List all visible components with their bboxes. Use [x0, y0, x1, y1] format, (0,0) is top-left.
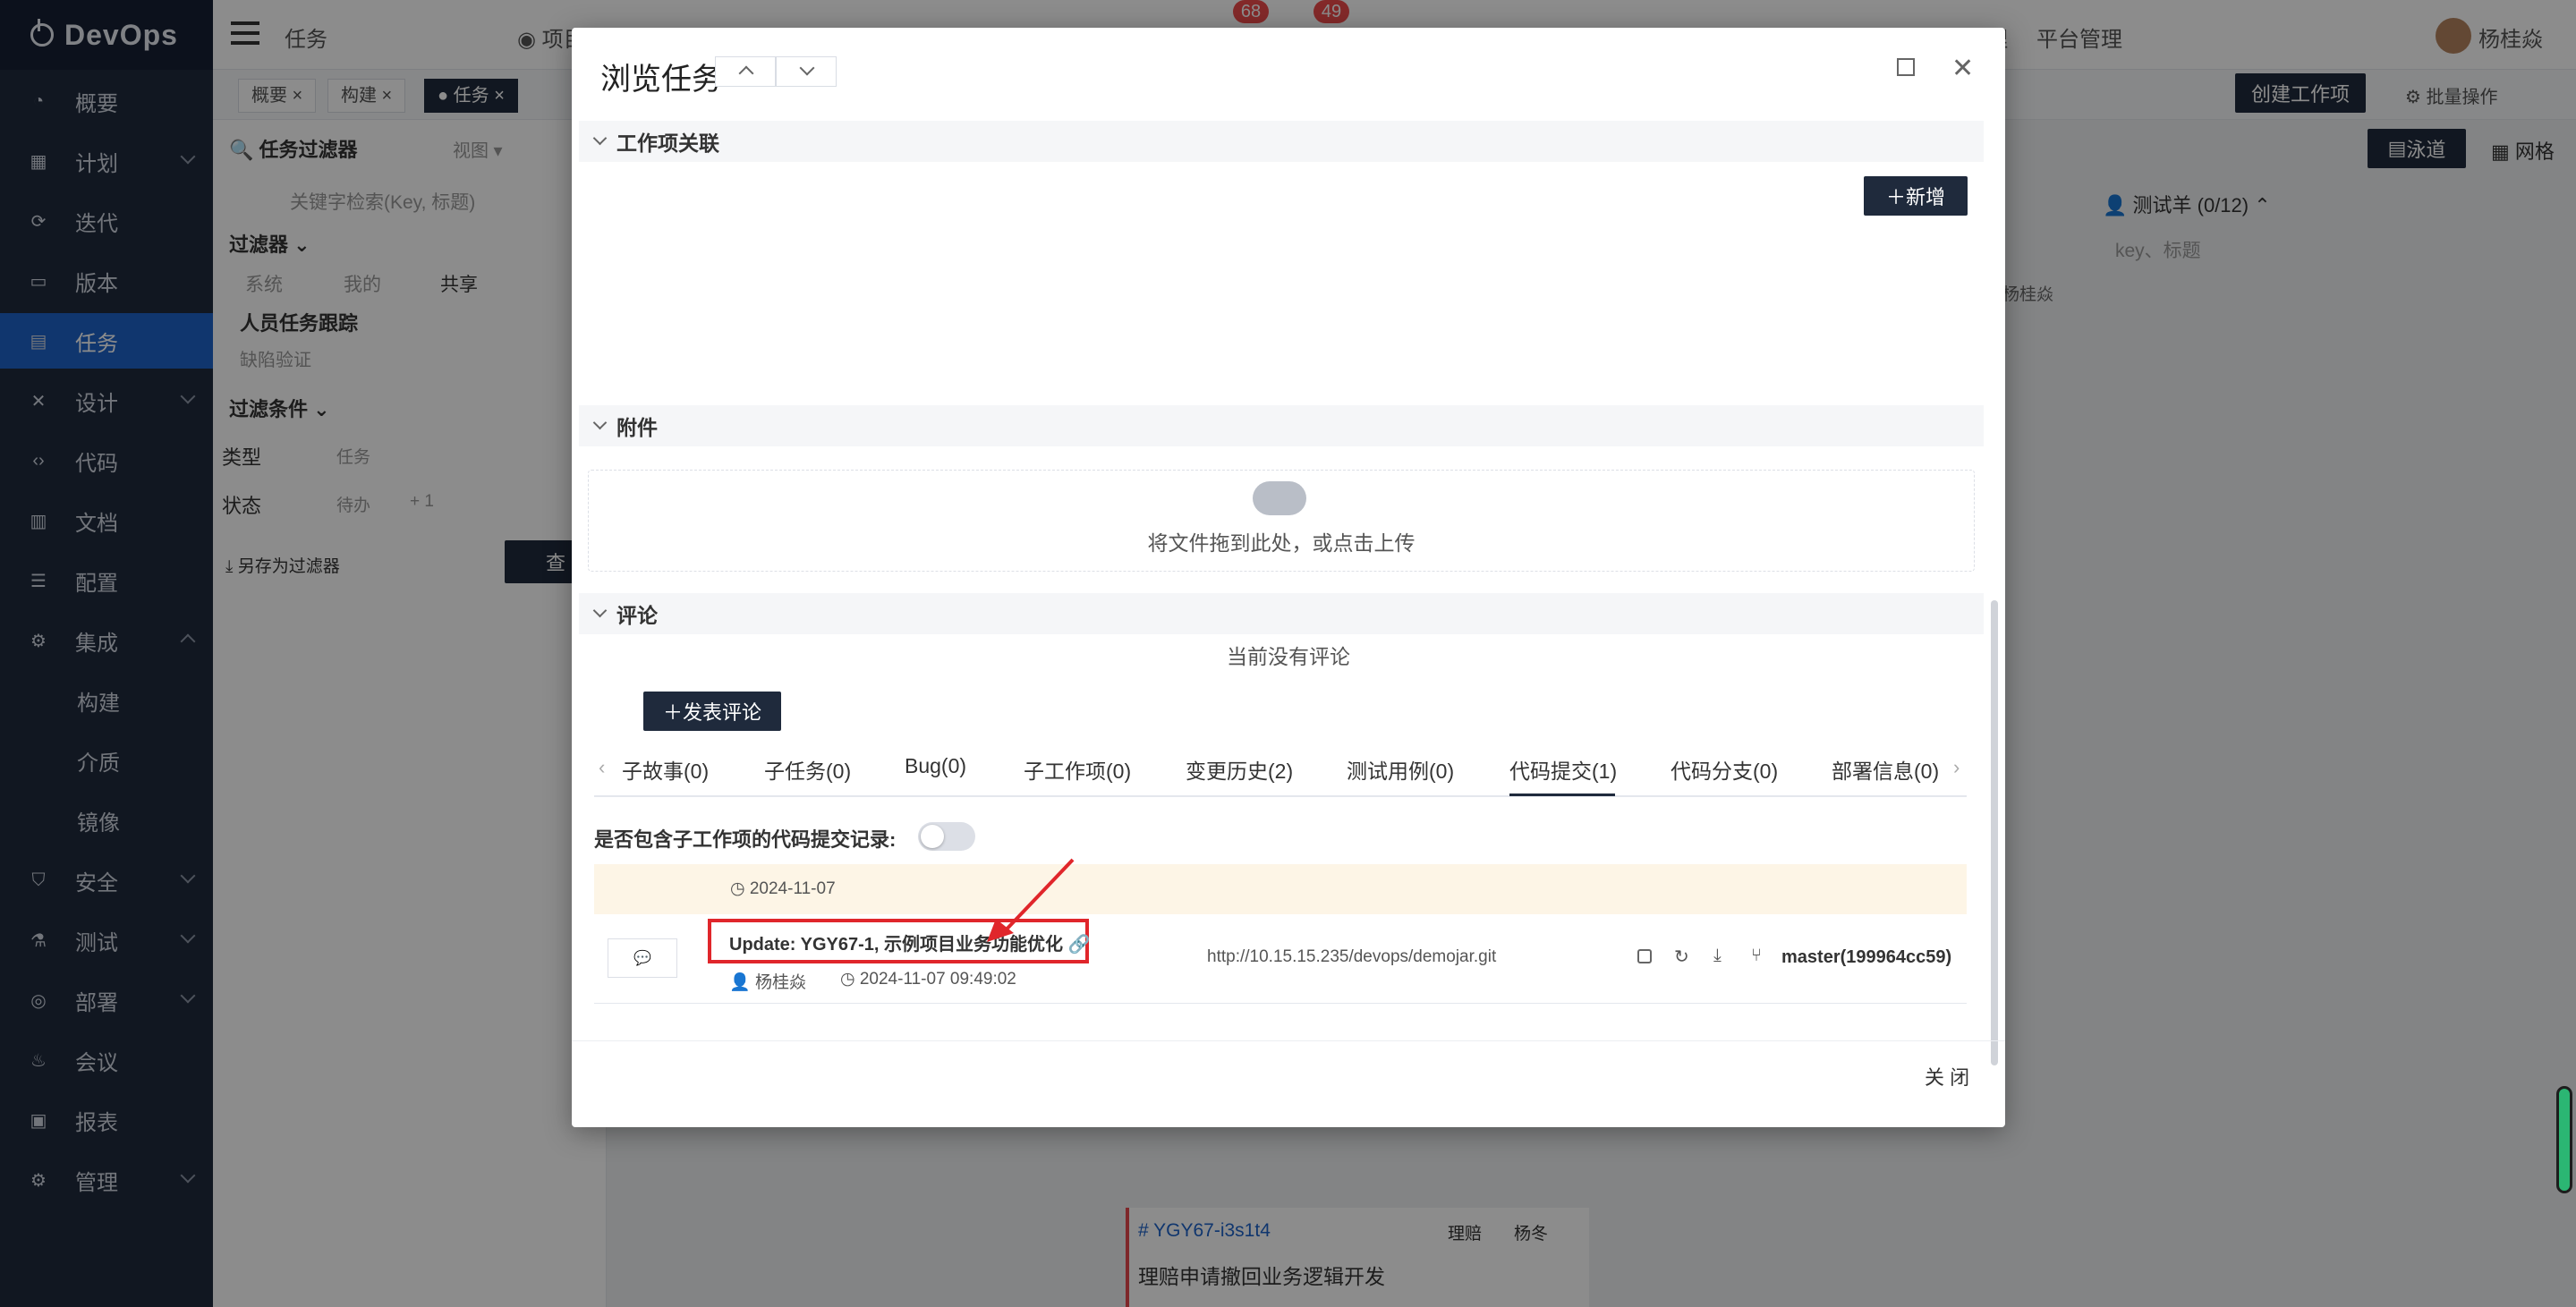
- tab-bug[interactable]: Bug(0): [905, 754, 966, 778]
- tabs-scroll-left-icon[interactable]: ‹: [599, 756, 605, 779]
- comment-icon[interactable]: 💬: [608, 938, 677, 978]
- cloud-upload-icon: [1253, 481, 1306, 515]
- commit-time: ◷ 2024-11-07 09:49:02: [840, 970, 1016, 989]
- tab-code-branches[interactable]: 代码分支(0): [1671, 754, 1778, 785]
- copy-icon[interactable]: [1637, 949, 1652, 963]
- upload-dropzone[interactable]: 将文件拖到此处，或点击上传: [588, 470, 1975, 572]
- chevron-down-icon: [592, 415, 608, 430]
- task-modal: 浏览任务 ✕ 工作项关联 ＋ 新增 附件 将文件拖到此处，或点击上传 评论 当前…: [572, 28, 2005, 1127]
- commit-repo[interactable]: http://10.15.15.235/devops/demojar.git: [1207, 947, 1496, 967]
- post-comment-button[interactable]: ＋ 发表评论: [643, 692, 781, 731]
- modal-scrollbar[interactable]: [1991, 600, 1998, 1065]
- chevron-up-icon: [738, 65, 754, 81]
- tab-code-commits[interactable]: 代码提交(1): [1509, 754, 1617, 785]
- close-button[interactable]: 关 闭: [1925, 1062, 1969, 1091]
- tab-test-cases[interactable]: 测试用例(0): [1347, 754, 1454, 785]
- add-relation-button[interactable]: ＋ 新增: [1864, 176, 1968, 216]
- footer-divider: [572, 1040, 2005, 1041]
- chevron-down-icon: [799, 60, 815, 76]
- commit-date-row: ◷ 2024-11-07: [594, 864, 1967, 914]
- include-subitems-label: 是否包含子工作项的代码提交记录:: [594, 828, 897, 851]
- tab-sub-workitem[interactable]: 子工作项(0): [1024, 754, 1131, 785]
- chevron-down-icon: [592, 131, 608, 146]
- branch-icon: ⑂: [1751, 946, 1762, 965]
- fullscreen-icon[interactable]: [1897, 58, 1915, 76]
- active-tab-indicator: [1509, 794, 1615, 796]
- download-icon[interactable]: ⤓: [1713, 946, 1722, 966]
- commit-author: 👤 杨桂焱: [729, 973, 806, 992]
- divider: [594, 1003, 1967, 1004]
- scroll-widget[interactable]: [2556, 1086, 2572, 1193]
- chevron-down-icon: [592, 603, 608, 618]
- prev-task-button[interactable]: [715, 56, 776, 87]
- next-task-button[interactable]: [776, 56, 837, 87]
- tab-sub-task[interactable]: 子任务(0): [764, 754, 851, 785]
- tabs-scroll-right-icon[interactable]: ›: [1953, 756, 1960, 779]
- close-icon[interactable]: ✕: [1951, 53, 1974, 84]
- modal-title: 浏览任务: [600, 63, 722, 97]
- annotation-arrow-icon: [987, 858, 1075, 942]
- section-comment[interactable]: 评论: [579, 593, 1984, 634]
- section-attachment[interactable]: 附件: [579, 405, 1984, 446]
- commit-branch[interactable]: master(199964cc59): [1781, 947, 1951, 968]
- section-relation[interactable]: 工作项关联: [579, 121, 1984, 162]
- tab-change-history[interactable]: 变更历史(2): [1186, 754, 1293, 785]
- tab-sub-story[interactable]: 子故事(0): [622, 754, 709, 785]
- include-subitems-toggle[interactable]: [918, 822, 975, 851]
- commit-date: ◷ 2024-11-07: [730, 879, 836, 898]
- no-comment-text: 当前没有评论: [1227, 645, 1350, 668]
- tab-deploy-info[interactable]: 部署信息(0): [1832, 754, 1939, 785]
- refresh-icon[interactable]: ↻: [1674, 946, 1689, 968]
- upload-text: 将文件拖到此处，或点击上传: [1147, 531, 1416, 555]
